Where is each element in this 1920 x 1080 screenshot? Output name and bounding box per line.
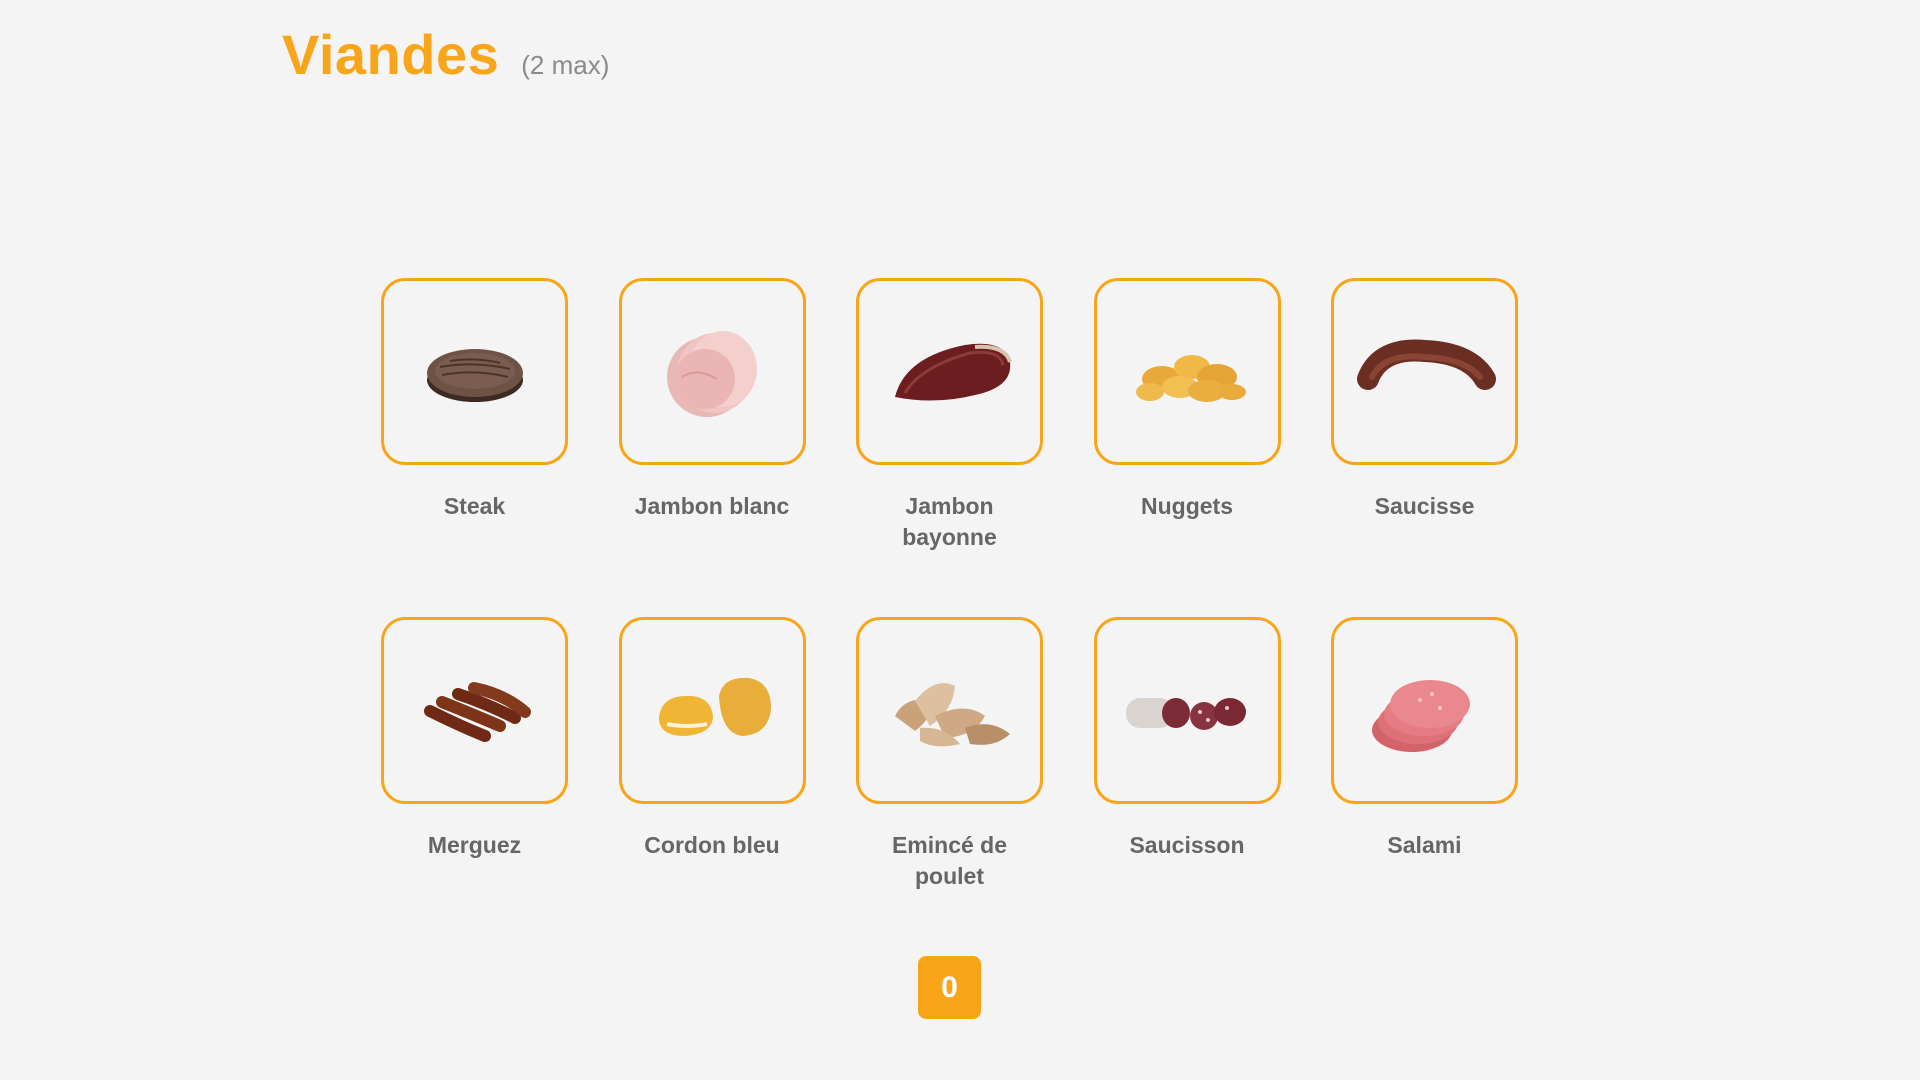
merguez-icon <box>423 681 531 742</box>
option-label: Jambon blanc <box>634 493 790 519</box>
option-steak[interactable]: Steak <box>381 278 568 617</box>
sliced-chicken-icon <box>894 682 1010 746</box>
meat-options-grid: Steak Jambon blanc Jambon bayonne Nugget… <box>381 278 1518 956</box>
sausage-icon <box>1356 339 1496 390</box>
cordon-bleu-icon <box>659 677 771 736</box>
option-saucisse[interactable]: Saucisse <box>1331 278 1518 617</box>
option-label: Nuggets <box>1141 493 1233 519</box>
salami-icon <box>1371 679 1470 752</box>
option-tile[interactable] <box>1331 617 1518 804</box>
option-label: Saucisse <box>1374 493 1475 519</box>
nuggets-icon <box>1136 354 1246 402</box>
section-title: Viandes <box>282 23 500 86</box>
option-label: Cordon bleu <box>644 832 780 858</box>
ham-icon <box>667 330 757 417</box>
option-tile[interactable] <box>381 278 568 465</box>
steak-icon <box>426 348 523 402</box>
option-salami[interactable]: Salami <box>1331 617 1518 956</box>
selection-counter: 0 <box>918 956 981 1019</box>
option-label: Salami <box>1387 832 1462 858</box>
option-tile[interactable] <box>1093 278 1281 465</box>
section-header: Viandes (2 max) <box>282 22 609 87</box>
option-label: Saucisson <box>1129 832 1245 858</box>
option-tile[interactable] <box>618 617 806 804</box>
option-saucisson[interactable]: Saucisson <box>1093 617 1281 956</box>
option-tile[interactable] <box>856 617 1043 804</box>
option-tile[interactable] <box>856 278 1043 465</box>
option-label: Merguez <box>427 832 522 858</box>
option-tile[interactable] <box>1331 278 1518 465</box>
saucisson-icon <box>1126 697 1246 730</box>
option-jambon-bayonne[interactable]: Jambon bayonne <box>856 278 1043 617</box>
option-label: Jambon bayonne <box>902 493 997 550</box>
option-jambon-blanc[interactable]: Jambon blanc <box>618 278 806 617</box>
option-tile[interactable] <box>1093 617 1281 804</box>
selection-limit: (2 max) <box>521 50 610 80</box>
option-cordon-bleu[interactable]: Cordon bleu <box>618 617 806 956</box>
option-tile[interactable] <box>618 278 806 465</box>
option-merguez[interactable]: Merguez <box>381 617 568 956</box>
option-label: Steak <box>443 493 506 519</box>
option-label: Emincé de poulet <box>891 832 1008 889</box>
option-tile[interactable] <box>381 617 568 804</box>
page: Viandes (2 max) Steak Jambon blanc Jambo… <box>0 0 1920 1080</box>
option-emince-de-poulet[interactable]: Emincé de poulet <box>856 617 1043 956</box>
cured-ham-icon <box>894 343 1012 401</box>
option-nuggets[interactable]: Nuggets <box>1093 278 1281 617</box>
